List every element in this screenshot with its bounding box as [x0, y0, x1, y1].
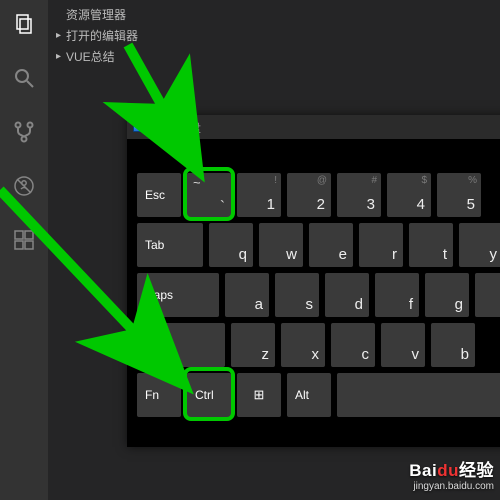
keyboard-icon	[133, 122, 147, 132]
key-b[interactable]: b	[431, 323, 475, 367]
key-t[interactable]: t	[409, 223, 453, 267]
search-icon[interactable]	[0, 60, 48, 96]
watermark-brand-bai: Bai	[409, 461, 437, 480]
on-screen-keyboard-window: 屏幕键盘 Esc ~ ` !1 @2 #3 $4 %5 Tab q w e r …	[127, 115, 500, 447]
key-5[interactable]: %5	[437, 173, 481, 217]
key-q[interactable]: q	[209, 223, 253, 267]
watermark: Baidu经验 jingyan.baidu.com	[409, 456, 494, 492]
debug-icon[interactable]	[0, 168, 48, 204]
key-esc[interactable]: Esc	[137, 173, 181, 217]
key-g[interactable]: g	[425, 273, 469, 317]
key-h[interactable]: h	[475, 273, 500, 317]
key-y[interactable]: y	[459, 223, 500, 267]
keyboard-row-2: Tab q w e r t y	[137, 223, 500, 267]
explorer-section-folder[interactable]: ▸ VUE总结	[48, 46, 500, 67]
key-e[interactable]: e	[309, 223, 353, 267]
key-v[interactable]: v	[381, 323, 425, 367]
keyboard-row-1: Esc ~ ` !1 @2 #3 $4 %5	[137, 173, 500, 217]
key-fn[interactable]: Fn	[137, 373, 181, 417]
osk-body: Esc ~ ` !1 @2 #3 $4 %5 Tab q w e r t y C…	[127, 139, 500, 447]
key-ctrl[interactable]: Ctrl	[187, 373, 231, 417]
key-x[interactable]: x	[281, 323, 325, 367]
watermark-brand-suffix: 经验	[459, 461, 494, 480]
explorer-section-label: 打开的编辑器	[66, 27, 138, 44]
chevron-right-icon: ▸	[56, 30, 66, 41]
explorer-section-open-editors[interactable]: ▸ 打开的编辑器	[48, 25, 500, 46]
activity-bar	[0, 0, 48, 500]
key-2[interactable]: @2	[287, 173, 331, 217]
explorer-section-label: 资源管理器	[66, 6, 126, 23]
osk-titlebar[interactable]: 屏幕键盘	[127, 115, 500, 139]
key-backtick[interactable]: ~ `	[187, 173, 231, 217]
windows-icon: ⊞	[254, 387, 265, 403]
key-caps[interactable]: Caps	[137, 273, 219, 317]
key-tab[interactable]: Tab	[137, 223, 203, 267]
key-a[interactable]: a	[225, 273, 269, 317]
watermark-brand-du: du	[437, 461, 459, 480]
key-shift[interactable]: S...t	[137, 323, 225, 367]
watermark-url: jingyan.baidu.com	[409, 481, 494, 492]
key-z[interactable]: z	[231, 323, 275, 367]
key-4[interactable]: $4	[387, 173, 431, 217]
key-r[interactable]: r	[359, 223, 403, 267]
key-3[interactable]: #3	[337, 173, 381, 217]
extensions-icon[interactable]	[0, 222, 48, 258]
source-control-icon[interactable]	[0, 114, 48, 150]
key-1[interactable]: !1	[237, 173, 281, 217]
key-w[interactable]: w	[259, 223, 303, 267]
key-windows[interactable]: ⊞	[237, 373, 281, 417]
key-space[interactable]	[337, 373, 500, 417]
explorer-section-resources[interactable]: 资源管理器	[48, 0, 500, 25]
key-c[interactable]: c	[331, 323, 375, 367]
key-s[interactable]: s	[275, 273, 319, 317]
files-icon[interactable]	[0, 6, 48, 42]
keyboard-row-5: Fn Ctrl ⊞ Alt	[137, 373, 500, 417]
keyboard-row-3: Caps a s d f g h	[137, 273, 500, 317]
explorer-section-label: VUE总结	[66, 48, 115, 65]
chevron-right-icon: ▸	[56, 51, 66, 62]
osk-title: 屏幕键盘	[153, 119, 201, 136]
key-alt[interactable]: Alt	[287, 373, 331, 417]
keyboard-row-4: S...t z x c v b	[137, 323, 500, 367]
key-d[interactable]: d	[325, 273, 369, 317]
key-f[interactable]: f	[375, 273, 419, 317]
